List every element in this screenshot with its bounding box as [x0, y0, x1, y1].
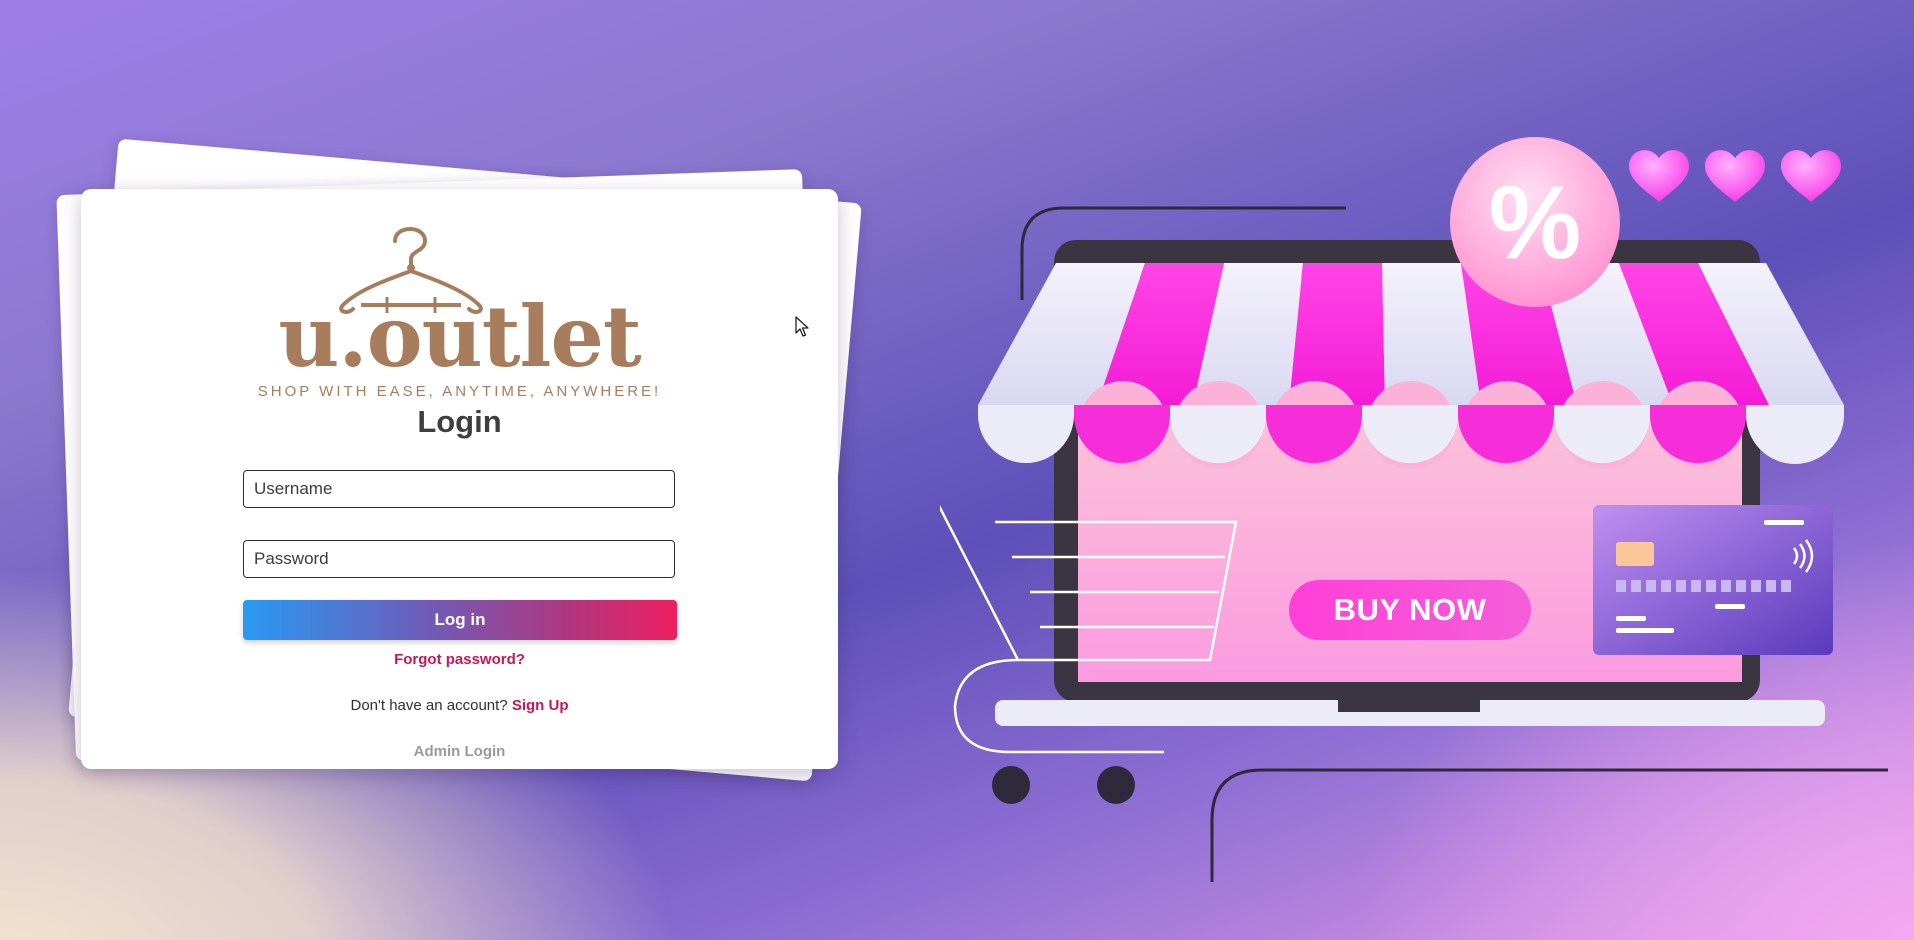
- heart-icon: [1629, 150, 1689, 202]
- signup-row: Don't have an account? Sign Up: [81, 697, 838, 714]
- cart-wheel: [1097, 766, 1135, 804]
- heart-icon: [1705, 150, 1765, 202]
- brand-tagline: SHOP WITH EASE, ANYTIME, ANYWHERE!: [257, 383, 662, 400]
- credit-card-icon: [1593, 505, 1833, 655]
- admin-login-link[interactable]: Admin Login: [81, 743, 838, 760]
- brand-logo: u.outlet SHOP WITH EASE, ANYTIME, ANYWHE…: [81, 207, 838, 400]
- login-card: u.outlet SHOP WITH EASE, ANYTIME, ANYWHE…: [81, 189, 838, 769]
- login-button[interactable]: Log in: [243, 600, 677, 640]
- cart-wheel: [992, 766, 1030, 804]
- page-title: Login: [417, 404, 502, 439]
- decor-line: [1210, 768, 1888, 882]
- username-input[interactable]: [243, 470, 675, 508]
- heart-icon: [1781, 150, 1841, 202]
- password-input[interactable]: [243, 540, 675, 578]
- signup-prompt: Don't have an account?: [350, 697, 508, 714]
- forgot-password-link[interactable]: Forgot password?: [81, 651, 838, 668]
- buy-now-label: BUY NOW: [1333, 592, 1487, 627]
- shop-illustration: [940, 137, 1888, 882]
- storefront-awning-icon: [978, 263, 1844, 469]
- mouse-cursor-icon: [795, 316, 809, 337]
- signup-link[interactable]: Sign Up: [512, 697, 569, 714]
- brand-wordmark: u.outlet: [278, 287, 641, 386]
- percent-symbol: %: [1488, 165, 1582, 281]
